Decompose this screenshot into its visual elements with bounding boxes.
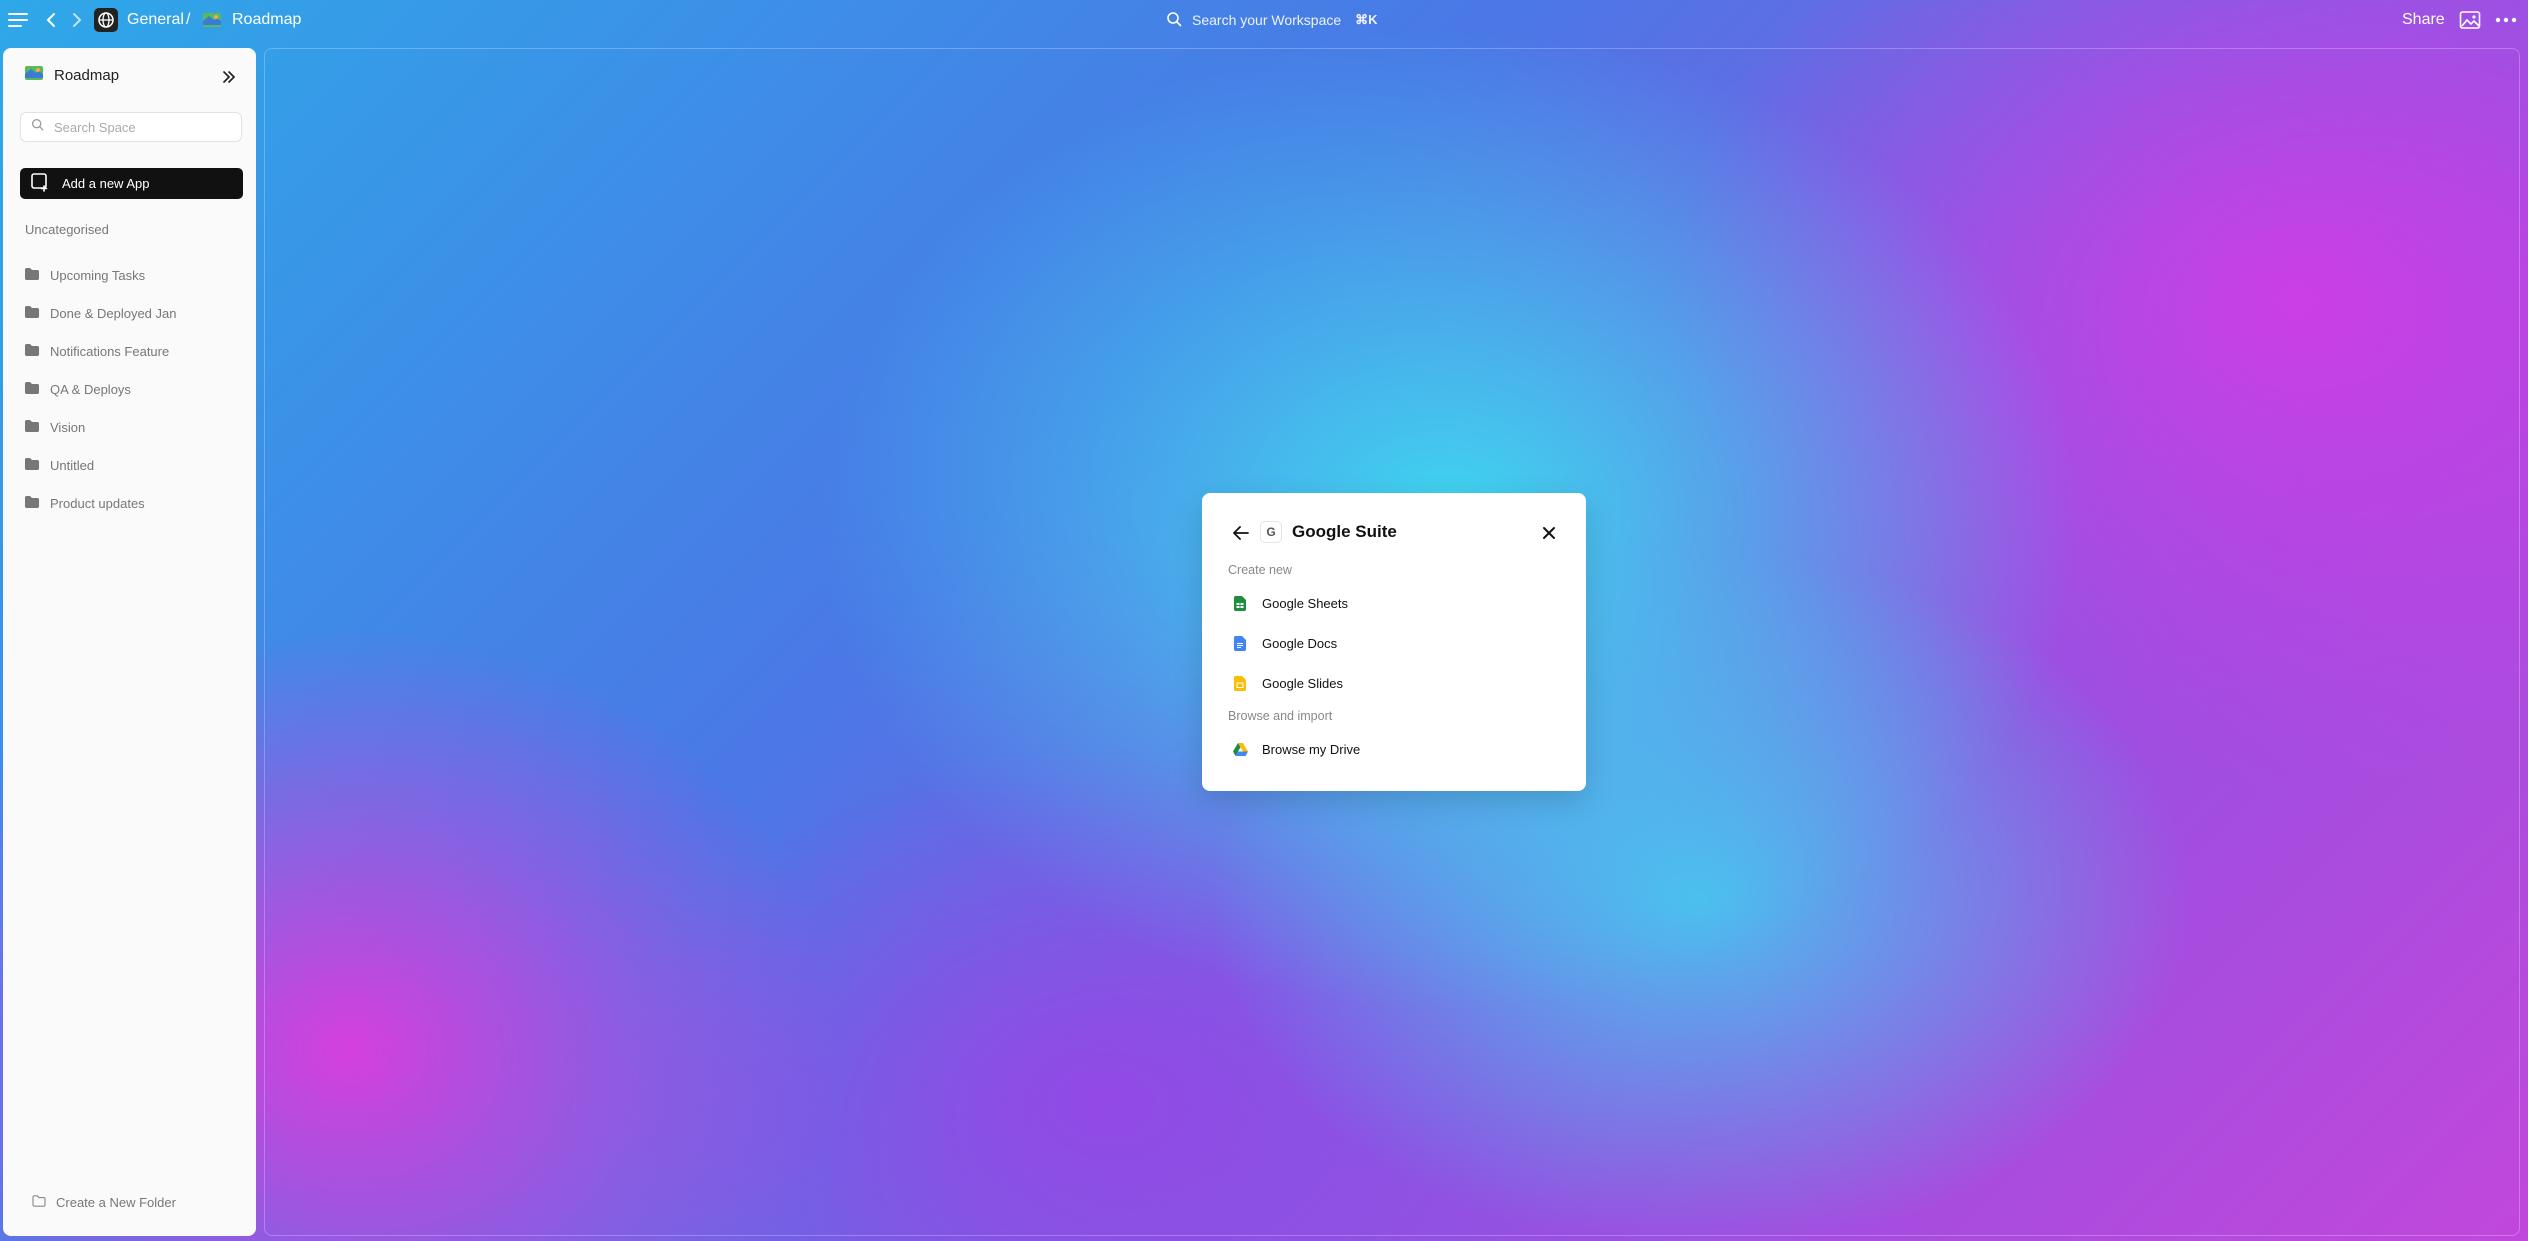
collapse-sidebar-icon[interactable] bbox=[218, 66, 240, 88]
roadmap-map-icon bbox=[24, 64, 44, 86]
slides-icon bbox=[1230, 673, 1250, 693]
space-search-input[interactable] bbox=[52, 118, 236, 136]
folder-item[interactable]: QA & Deploys bbox=[24, 370, 176, 408]
folder-icon bbox=[24, 381, 40, 398]
add-app-button[interactable]: Add a new App bbox=[20, 168, 243, 199]
folder-label: Upcoming Tasks bbox=[50, 267, 146, 283]
folder-list: Upcoming Tasks Done & Deployed Jan Notif… bbox=[24, 256, 176, 522]
breadcrumb-page[interactable]: Roadmap bbox=[232, 0, 301, 40]
folder-icon bbox=[24, 495, 40, 512]
section-uncategorised: Uncategorised bbox=[25, 222, 109, 237]
option-label: Google Slides bbox=[1262, 675, 1343, 691]
folder-item[interactable]: Done & Deployed Jan bbox=[24, 294, 176, 332]
option-label: Google Docs bbox=[1262, 635, 1338, 651]
google-sheets-option[interactable]: Google Sheets bbox=[1230, 588, 1560, 618]
folder-icon bbox=[24, 267, 40, 284]
folder-label: Product updates bbox=[50, 495, 145, 511]
folder-item[interactable]: Vision bbox=[24, 408, 176, 446]
folder-item[interactable]: Upcoming Tasks bbox=[24, 256, 176, 294]
workspace-search[interactable]: Search your Workspace ⌘K bbox=[1166, 0, 1378, 40]
google-suite-dialog: G Google Suite Create new Google Sheets … bbox=[1202, 493, 1586, 791]
top-bar: General / Roadmap Search your Workspace … bbox=[0, 0, 2528, 40]
google-docs-option[interactable]: Google Docs bbox=[1230, 628, 1560, 658]
add-app-label: Add a new App bbox=[62, 176, 150, 191]
back-icon[interactable] bbox=[44, 8, 58, 32]
folder-outline-icon bbox=[32, 1195, 46, 1210]
sheets-icon bbox=[1230, 593, 1250, 613]
folder-icon bbox=[24, 419, 40, 436]
folder-item[interactable]: Notifications Feature bbox=[24, 332, 176, 370]
more-options-icon[interactable] bbox=[2495, 8, 2517, 32]
breadcrumb-separator: / bbox=[186, 11, 191, 28]
background-image-icon[interactable] bbox=[2459, 8, 2481, 32]
folder-label: Untitled bbox=[50, 457, 95, 473]
sidebar-title: Roadmap bbox=[54, 66, 120, 84]
search-icon bbox=[1166, 11, 1182, 30]
folder-item[interactable]: Product updates bbox=[24, 484, 176, 522]
folder-label: Vision bbox=[50, 419, 86, 435]
docs-icon bbox=[1230, 633, 1250, 653]
create-new-section: Create new bbox=[1228, 563, 1292, 577]
folder-icon bbox=[24, 305, 40, 322]
breadcrumb-workspace[interactable]: General bbox=[127, 0, 184, 40]
google-drive-icon bbox=[1230, 739, 1250, 759]
folder-label: Done & Deployed Jan bbox=[50, 305, 177, 321]
search-icon bbox=[31, 118, 44, 136]
workspace-search-label: Search your Workspace bbox=[1192, 12, 1342, 28]
folder-icon bbox=[24, 343, 40, 360]
back-arrow-icon[interactable] bbox=[1228, 520, 1254, 546]
folder-label: QA & Deploys bbox=[50, 381, 131, 397]
option-label: Google Sheets bbox=[1262, 595, 1349, 611]
google-logo-icon: G bbox=[1260, 521, 1282, 543]
menu-icon[interactable] bbox=[8, 8, 28, 32]
option-label: Browse my Drive bbox=[1262, 741, 1361, 757]
google-slides-option[interactable]: Google Slides bbox=[1230, 668, 1560, 698]
sidebar-header: Roadmap bbox=[24, 64, 119, 86]
browse-drive-option[interactable]: Browse my Drive bbox=[1230, 734, 1560, 764]
folder-icon bbox=[24, 457, 40, 474]
browse-import-section: Browse and import bbox=[1228, 709, 1333, 723]
share-button[interactable]: Share bbox=[2402, 0, 2445, 40]
close-icon[interactable] bbox=[1536, 520, 1562, 546]
create-folder-button[interactable]: Create a New Folder bbox=[32, 1195, 176, 1210]
roadmap-map-icon bbox=[202, 8, 222, 32]
space-search[interactable] bbox=[20, 112, 242, 142]
add-app-icon bbox=[30, 172, 50, 195]
folder-item[interactable]: Untitled bbox=[24, 446, 176, 484]
forward-icon[interactable] bbox=[70, 8, 84, 32]
folder-label: Notifications Feature bbox=[50, 343, 170, 359]
search-shortcut: ⌘K bbox=[1355, 12, 1378, 27]
create-folder-label: Create a New Folder bbox=[56, 1195, 176, 1210]
globe-icon bbox=[94, 8, 118, 32]
dialog-title: Google Suite bbox=[1292, 522, 1397, 541]
